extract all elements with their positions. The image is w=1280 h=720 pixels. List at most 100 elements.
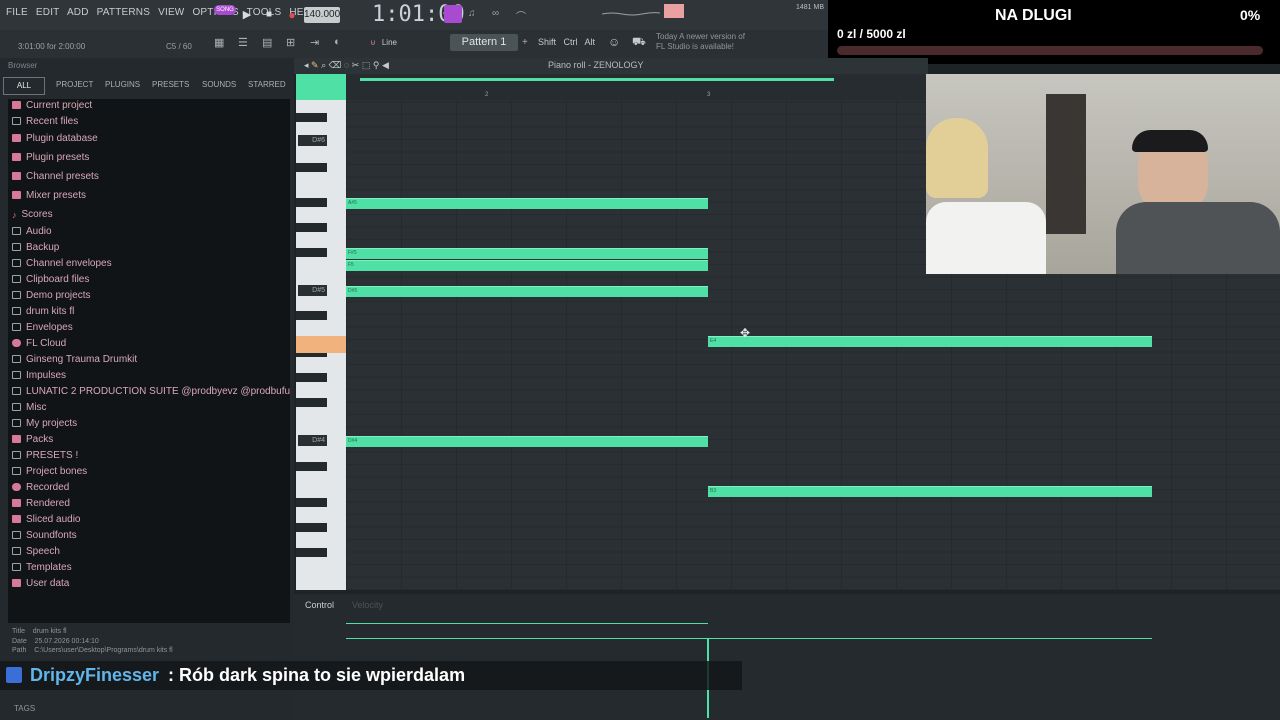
menu-edit[interactable]: EDIT bbox=[36, 7, 60, 18]
speaker-icon[interactable]: ◀ bbox=[382, 60, 389, 70]
list-item[interactable]: LUNATIC 2 PRODUCTION SUITE @prodbyevz @p… bbox=[12, 386, 290, 397]
stop-icon[interactable]: ■ bbox=[259, 5, 279, 25]
list-item[interactable]: Sliced audio bbox=[12, 514, 80, 525]
black-key[interactable] bbox=[296, 223, 327, 232]
menu-add[interactable]: ADD bbox=[67, 7, 89, 18]
alt-key[interactable]: Alt bbox=[585, 37, 596, 47]
tab-sounds[interactable]: SOUNDS bbox=[202, 80, 236, 89]
black-key[interactable] bbox=[296, 462, 327, 471]
note[interactable]: F5 bbox=[346, 260, 708, 271]
list-item[interactable]: Impulses bbox=[12, 370, 66, 381]
select-icon[interactable]: ⬚ bbox=[362, 60, 371, 70]
tempo-display[interactable]: 140.000 bbox=[304, 7, 340, 23]
piano-roll-icon[interactable]: ▤ bbox=[262, 36, 272, 49]
tab-presets[interactable]: PRESETS bbox=[152, 80, 189, 89]
playlist-icon[interactable]: ▦ bbox=[214, 36, 224, 49]
list-item[interactable]: Templates bbox=[12, 562, 72, 573]
list-item[interactable]: Packs bbox=[12, 434, 53, 445]
tab-all[interactable]: ALL bbox=[3, 77, 45, 95]
list-item[interactable]: Channel envelopes bbox=[12, 258, 112, 269]
mixer-icon[interactable]: ⊞ bbox=[286, 36, 295, 49]
black-key[interactable] bbox=[296, 311, 327, 320]
loop-record-icon[interactable]: ∞ bbox=[492, 8, 499, 19]
list-item[interactable]: Plugin presets bbox=[12, 152, 89, 163]
mute-icon[interactable]: ◌ bbox=[344, 60, 349, 70]
list-item[interactable]: Mixer presets bbox=[12, 190, 86, 201]
list-item[interactable]: Ginseng Trauma Drumkit bbox=[12, 354, 137, 365]
black-key[interactable] bbox=[296, 248, 327, 257]
record-icon[interactable]: ● bbox=[282, 5, 302, 25]
add-pattern-icon[interactable]: + bbox=[522, 37, 528, 48]
black-key[interactable] bbox=[296, 523, 327, 532]
step-edit-icon[interactable]: ♫ bbox=[468, 8, 476, 19]
note[interactable]: D#5 bbox=[346, 286, 708, 297]
list-item[interactable]: My projects bbox=[12, 418, 77, 429]
list-item[interactable]: Recent files bbox=[12, 116, 78, 127]
list-item[interactable]: Soundfonts bbox=[12, 530, 77, 541]
modifier-keys: Shift Ctrl Alt bbox=[538, 37, 595, 47]
metronome-icon[interactable] bbox=[444, 5, 462, 23]
timeline-ruler[interactable]: 2 3 bbox=[346, 74, 926, 100]
list-item[interactable]: PRESETS ! bbox=[12, 450, 78, 461]
list-item[interactable]: User data bbox=[12, 578, 69, 589]
list-item[interactable]: Clipboard files bbox=[12, 274, 89, 285]
list-item[interactable]: ♪ Scores bbox=[12, 209, 53, 220]
list-item[interactable]: Channel presets bbox=[12, 171, 99, 182]
feedback-icon[interactable]: ☺ bbox=[608, 35, 620, 49]
play-icon[interactable]: ▶ bbox=[237, 5, 257, 25]
news-panel[interactable]: Today A newer version of FL Studio is av… bbox=[656, 32, 756, 52]
list-item[interactable]: Speech bbox=[12, 546, 60, 557]
song-mode-badge[interactable]: SONG bbox=[214, 5, 236, 15]
delete-icon[interactable]: ⌫ bbox=[329, 60, 342, 70]
slice-icon[interactable]: ✂ bbox=[352, 60, 360, 70]
tags-label[interactable]: TAGS bbox=[14, 704, 35, 713]
brush-icon[interactable]: ⌕ bbox=[321, 60, 326, 70]
tab-starred[interactable]: STARRED bbox=[248, 80, 286, 89]
black-key[interactable] bbox=[296, 498, 327, 507]
zoom-icon[interactable]: ⚲ bbox=[373, 60, 380, 70]
list-item[interactable]: Audio bbox=[12, 226, 52, 237]
plugin-picker-icon[interactable]: ◐ bbox=[334, 36, 341, 48]
black-key[interactable] bbox=[296, 373, 327, 382]
tab-plugins[interactable]: PLUGINS bbox=[105, 80, 140, 89]
list-item[interactable]: Rendered bbox=[12, 498, 70, 509]
note[interactable]: B3 bbox=[708, 486, 1152, 497]
control-label[interactable]: Control bbox=[305, 600, 334, 610]
cart-icon[interactable]: ⛟ bbox=[632, 36, 646, 50]
menu-view[interactable]: VIEW bbox=[158, 7, 184, 18]
note[interactable]: D#4 bbox=[346, 436, 708, 447]
list-item[interactable]: Current project bbox=[12, 100, 92, 111]
channel-rack-icon[interactable]: ☰ bbox=[238, 36, 248, 49]
list-item[interactable]: Envelopes bbox=[12, 322, 73, 333]
list-item[interactable]: Recorded bbox=[12, 482, 69, 493]
list-item[interactable]: Misc bbox=[12, 402, 47, 413]
tab-project[interactable]: PROJECT bbox=[56, 80, 93, 89]
list-item[interactable]: Demo projects bbox=[12, 290, 90, 301]
note[interactable]: F#5 bbox=[346, 248, 708, 259]
ctrl-key[interactable]: Ctrl bbox=[564, 37, 578, 47]
piano-roll-title[interactable]: Piano roll - ZENOLOGY bbox=[548, 60, 644, 70]
snap-selector[interactable]: ⊍ Line bbox=[370, 34, 430, 51]
event-editor[interactable] bbox=[294, 594, 1280, 720]
loop-marker[interactable] bbox=[360, 78, 834, 81]
list-item[interactable]: drum kits fl bbox=[12, 306, 74, 317]
black-key[interactable] bbox=[296, 113, 327, 122]
wait-icon[interactable]: ⌒ bbox=[516, 8, 526, 23]
list-item[interactable]: FL Cloud bbox=[12, 338, 66, 349]
shift-key[interactable]: Shift bbox=[538, 37, 556, 47]
menu-file[interactable]: FILE bbox=[6, 7, 28, 18]
note[interactable]: E4 bbox=[708, 336, 1152, 347]
list-item[interactable]: Project bones bbox=[12, 466, 87, 477]
list-item[interactable]: Backup bbox=[12, 242, 59, 253]
menu-patterns[interactable]: PATTERNS bbox=[97, 7, 150, 18]
menu-arrow-icon[interactable]: ◂ bbox=[304, 60, 309, 70]
black-key[interactable] bbox=[296, 548, 327, 557]
pattern-selector[interactable]: Pattern 1 bbox=[450, 34, 518, 51]
black-key[interactable] bbox=[296, 163, 327, 172]
black-key[interactable] bbox=[296, 398, 327, 407]
note[interactable]: A#5 bbox=[346, 198, 708, 209]
list-item[interactable]: Plugin database bbox=[12, 133, 98, 144]
black-key[interactable] bbox=[296, 198, 327, 207]
pencil-icon[interactable]: ✎ bbox=[311, 60, 319, 70]
browser-icon[interactable]: ⇥ bbox=[310, 36, 319, 49]
